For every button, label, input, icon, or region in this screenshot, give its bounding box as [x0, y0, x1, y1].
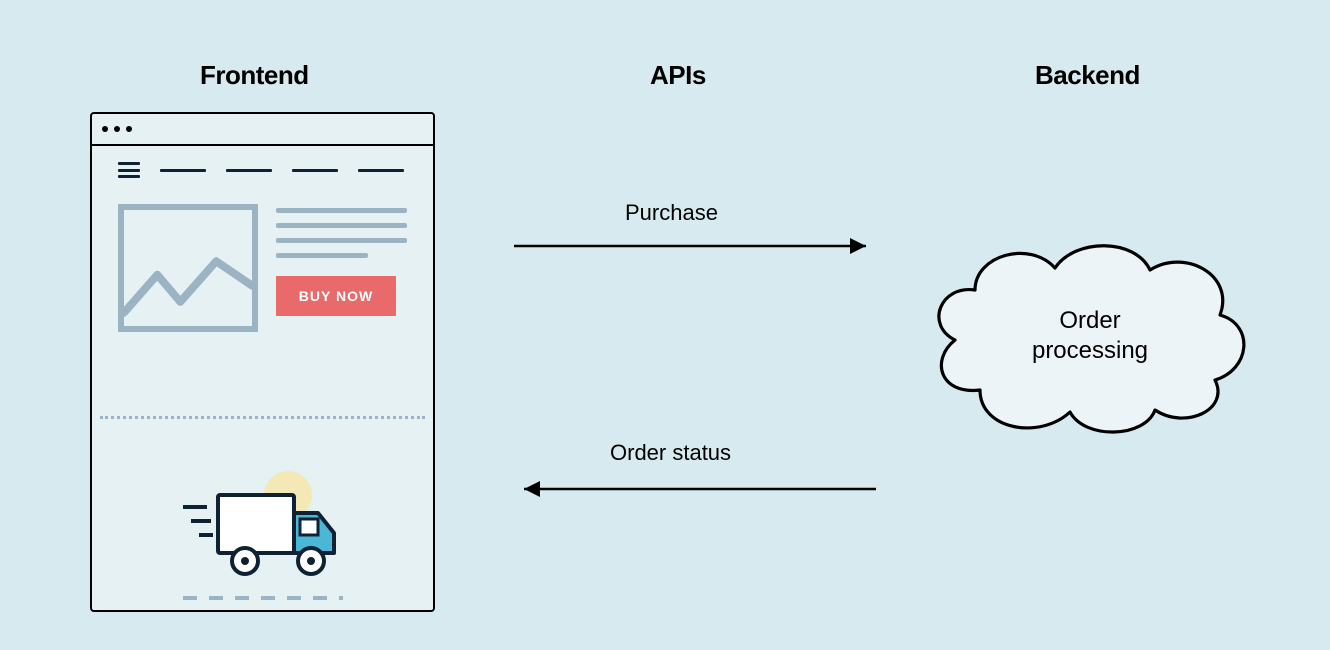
cloud-label-line1: Order — [1059, 307, 1120, 334]
buy-now-label: BUY NOW — [299, 288, 373, 304]
browser-titlebar — [92, 114, 433, 146]
frontend-heading: Frontend — [200, 60, 309, 91]
buy-now-button[interactable]: BUY NOW — [276, 276, 396, 316]
apis-heading: APIs — [650, 60, 706, 91]
ground-dashes — [183, 596, 343, 600]
cloud-label: Order processing — [920, 306, 1260, 366]
product-row: BUY NOW — [118, 204, 407, 332]
window-dot-icon — [126, 126, 132, 132]
order-status-panel — [92, 446, 433, 616]
window-dot-icon — [102, 126, 108, 132]
purchase-arrow-label: Purchase — [625, 200, 718, 226]
delivery-truck-icon — [163, 461, 363, 601]
order-status-arrow-icon — [510, 477, 880, 501]
text-line-placeholder — [276, 223, 407, 228]
hamburger-icon — [118, 162, 140, 178]
backend-cloud: Order processing — [920, 230, 1260, 450]
nav-item-placeholder — [358, 169, 404, 172]
dotted-divider — [100, 416, 425, 419]
window-dot-icon — [114, 126, 120, 132]
text-line-placeholder — [276, 253, 368, 258]
nav-item-placeholder — [292, 169, 338, 172]
backend-heading: Backend — [1035, 60, 1140, 91]
order-status-arrow-label: Order status — [610, 440, 731, 466]
purchase-arrow-icon — [510, 234, 880, 258]
frontend-browser-window: BUY NOW — [90, 112, 435, 612]
cloud-label-line2: processing — [1032, 337, 1148, 364]
nav-row — [118, 162, 407, 178]
nav-item-placeholder — [160, 169, 206, 172]
nav-item-placeholder — [226, 169, 272, 172]
text-line-placeholder — [276, 238, 407, 243]
product-image-placeholder — [118, 204, 258, 332]
text-line-placeholder — [276, 208, 407, 213]
product-description: BUY NOW — [276, 204, 407, 316]
browser-body: BUY NOW — [92, 146, 433, 610]
